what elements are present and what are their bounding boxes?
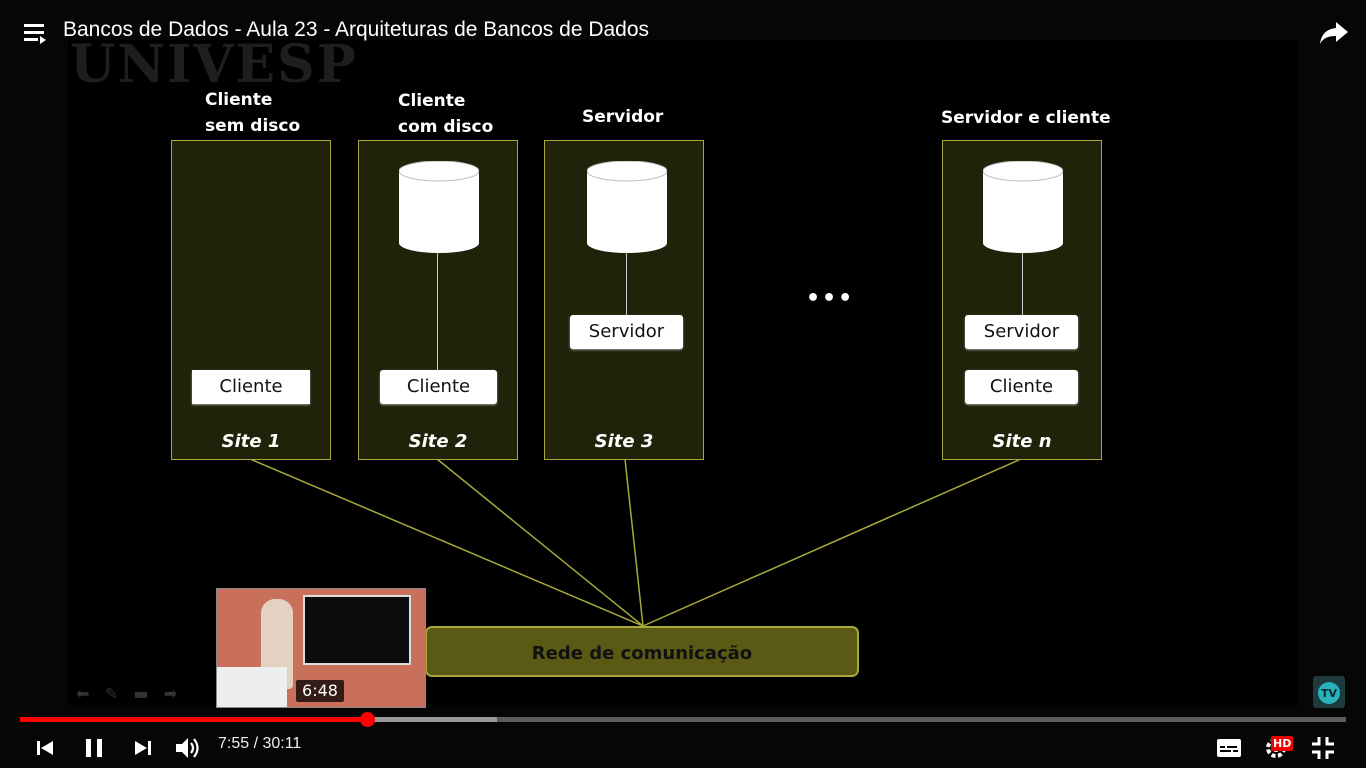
preview-time: 6:48 (296, 680, 344, 702)
settings-button[interactable]: HD (1262, 734, 1294, 762)
thumbnail-screen (303, 595, 411, 665)
database-icon (587, 161, 667, 253)
played-bar (20, 717, 367, 722)
menu-icon[interactable] (22, 20, 48, 46)
site-label: Site 1 (221, 431, 281, 452)
line-site3 (624, 458, 644, 627)
screen-icon: ▬ (133, 684, 149, 703)
share-icon[interactable] (1318, 18, 1350, 48)
hd-badge: HD (1271, 736, 1294, 751)
previous-icon[interactable] (31, 734, 59, 762)
network-box: Rede de comunicação (425, 626, 859, 677)
heading-site1: Cliente sem disco (205, 90, 301, 136)
svg-text:TV: TV (1321, 687, 1338, 700)
heading-siten: Servidor e cliente (941, 108, 1111, 128)
progress-bar[interactable] (20, 712, 1346, 727)
time-display: 7:55 / 30:11 (218, 735, 302, 752)
back-arrow-icon: ⬅ (76, 684, 90, 703)
site-3: Servidor Site 3 (544, 140, 704, 460)
site-label: Site 2 (408, 431, 468, 452)
next-icon[interactable] (129, 734, 157, 762)
exit-fullscreen-icon[interactable] (1309, 734, 1337, 762)
pause-icon[interactable] (80, 734, 108, 762)
database-icon (399, 161, 479, 253)
connector-line (437, 253, 438, 370)
video-player[interactable]: UNIVESP UNIVESP Cliente sem disco Client… (0, 0, 1366, 768)
control-bar: HD (0, 728, 1366, 768)
cliente-box: Cliente (192, 370, 310, 404)
cliente-box: Cliente (380, 370, 497, 404)
servidor-box: Servidor (570, 315, 683, 349)
cliente-box: Cliente (965, 370, 1078, 404)
scrubber-knob[interactable] (360, 712, 375, 727)
line-site2 (436, 458, 644, 627)
volume-icon[interactable] (173, 734, 201, 762)
database-icon (983, 161, 1063, 253)
pen-icon: ✎ (104, 684, 119, 703)
tv-logo: TV (1313, 676, 1345, 708)
heading-site2: Cliente com disco (398, 91, 494, 137)
slide-tools: ⬅ ✎ ▬ ➡ (76, 684, 177, 703)
servidor-box: Servidor (965, 315, 1078, 349)
site-label: Site 3 (594, 431, 654, 452)
connector-line (1022, 253, 1023, 315)
heading-site3: Servidor (582, 107, 664, 127)
video-title[interactable]: Bancos de Dados - Aula 23 - Arquiteturas… (63, 18, 649, 42)
site-1: Cliente Site 1 (171, 140, 331, 460)
tv-logo-icon: TV (1318, 682, 1340, 704)
site-n: Servidor Cliente Site n (942, 140, 1102, 460)
site-label: Site n (992, 431, 1052, 452)
ellipsis: ••• (806, 286, 855, 311)
line-siten (642, 458, 1022, 627)
forward-arrow-icon: ➡ (163, 684, 178, 703)
thumbnail-podium (217, 667, 287, 707)
site-2: Cliente Site 2 (358, 140, 518, 460)
connector-line (626, 253, 627, 315)
subtitles-icon[interactable] (1215, 734, 1243, 762)
